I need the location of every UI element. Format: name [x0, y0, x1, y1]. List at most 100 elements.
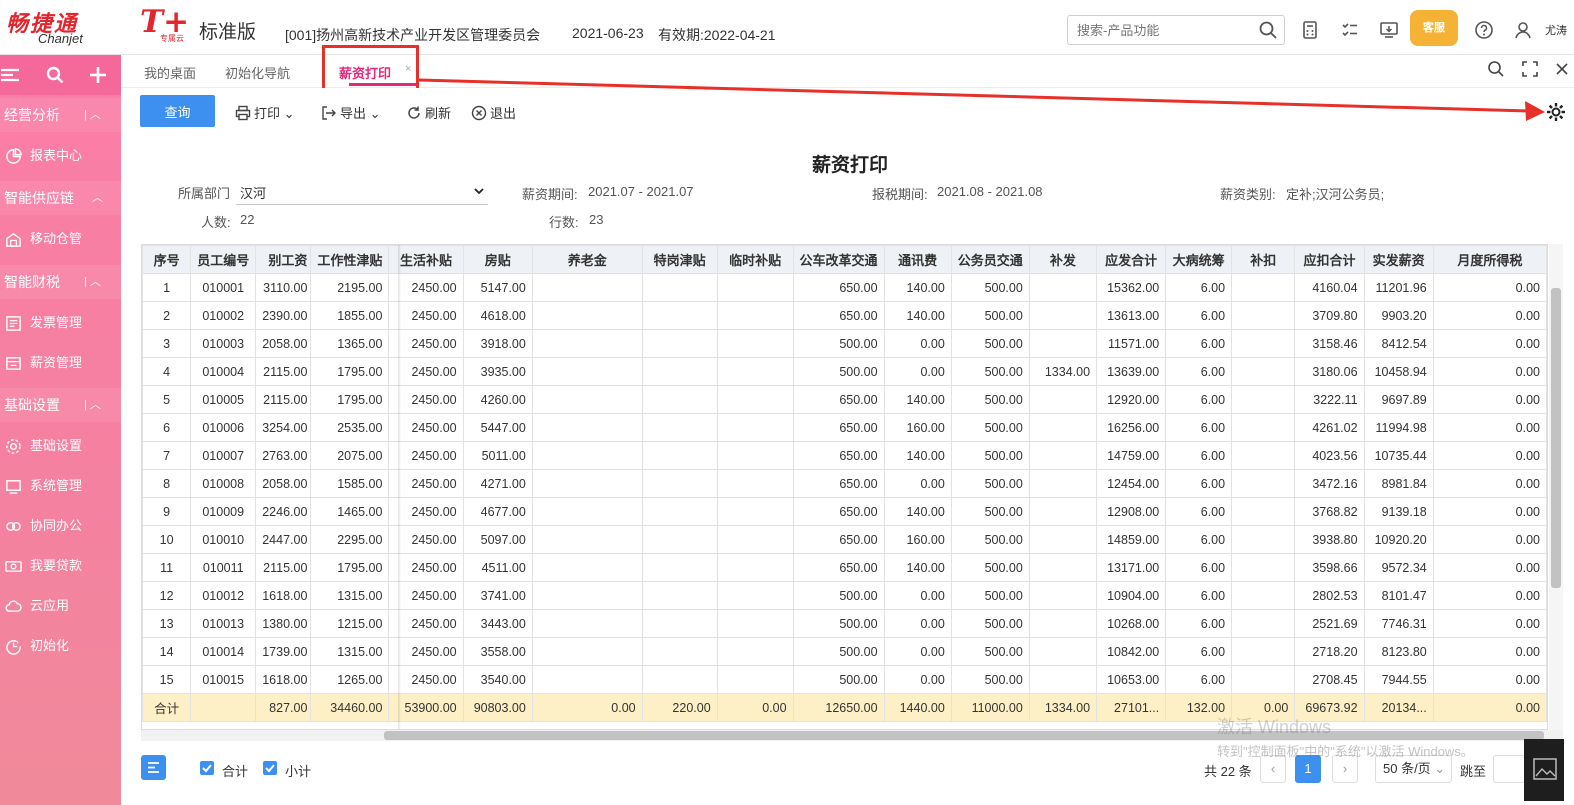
sidebar-item-mobile-warehouse[interactable]: 移动仓管	[0, 222, 121, 256]
table-row[interactable]: 9 010009 2246.00 1465.00 2450.00 4677.00 650.0…	[142, 497, 1547, 526]
column-header[interactable]: 别工资	[255, 245, 312, 274]
table-row[interactable]: 15 010015 1618.00 1265.00 2450.00 3540.00 500.…	[142, 665, 1547, 694]
user-name[interactable]: 尤涛	[1545, 22, 1574, 38]
column-header[interactable]: 员工编号	[190, 245, 257, 274]
table-cell: 20134...	[1363, 693, 1434, 722]
horizontal-scrollbar[interactable]	[141, 730, 1563, 741]
tab-search-icon[interactable]	[1487, 60, 1505, 78]
table-row[interactable]: 14 010014 1739.00 1315.00 2450.00 3558.00 500.…	[142, 637, 1547, 666]
column-header[interactable]: 大病统筹	[1165, 245, 1233, 274]
column-settings-button[interactable]	[141, 755, 166, 780]
column-header[interactable]: 应发合计	[1096, 245, 1167, 274]
column-header[interactable]: 应扣合计	[1294, 245, 1365, 274]
column-header[interactable]: 补发	[1028, 245, 1098, 274]
table-row[interactable]: 3 010003 2058.00 1365.00 2450.00 3918.00 500.0…	[142, 329, 1547, 358]
close-all-tabs-icon[interactable]	[1553, 60, 1571, 78]
exit-button[interactable]: 退出	[471, 103, 516, 122]
tab-init-guide[interactable]: 初始化导航	[225, 63, 290, 82]
jump-page-input[interactable]	[1493, 755, 1525, 783]
chevron-up-icon: | ︿	[84, 399, 101, 411]
table-cell: 010011	[190, 553, 257, 582]
table-cell: 500.00	[792, 581, 885, 610]
search-input[interactable]	[1068, 16, 1248, 44]
subtotal-checkbox[interactable]	[263, 761, 277, 775]
salary-table[interactable]: 序号 员工编号 别工资 工作性津贴 生活补贴 房贴 养老金 特岗津贴 临时补贴 公车改革交通 通讯费…	[141, 244, 1548, 730]
sidebar-item-collaboration[interactable]: 协同办公	[0, 509, 121, 543]
scroll-thumb[interactable]	[384, 731, 1544, 740]
table-cell: 6.00	[1165, 329, 1233, 358]
company-name[interactable]: [001]扬州高新技术产业开发区管理委员会	[285, 25, 540, 45]
refresh-button[interactable]: 刷新	[406, 103, 451, 122]
table-cell: 12908.00	[1096, 497, 1167, 526]
table-cell: 010008	[190, 469, 257, 498]
sum-checkbox-label[interactable]: 合计	[222, 761, 248, 780]
sidebar-search-icon[interactable]	[45, 65, 65, 85]
total-row[interactable]: 合计 827.00 34460.00 53900.00 90803.00 0.00 220.…	[142, 693, 1547, 722]
column-header[interactable]: 实发薪资	[1363, 245, 1434, 274]
gear-icon[interactable]	[1545, 101, 1567, 123]
help-icon[interactable]	[1474, 20, 1494, 40]
column-header[interactable]: 补扣	[1231, 245, 1296, 274]
sidebar-category-basic-settings[interactable]: 基础设置 | ︿	[0, 388, 121, 422]
table-row[interactable]: 8 010008 2058.00 1585.00 2450.00 4271.00 650.0…	[142, 469, 1547, 498]
table-row[interactable]: 4 010004 2115.00 1795.00 2450.00 3935.00 500.0…	[142, 357, 1547, 386]
monitor-download-icon[interactable]	[1379, 20, 1399, 40]
sidebar-item-loan[interactable]: 我要贷款	[0, 549, 121, 583]
table-row[interactable]: 10 010010 2447.00 2295.00 2450.00 5097.00 650.…	[142, 525, 1547, 554]
checklist-icon[interactable]	[1340, 20, 1360, 40]
table-cell	[1231, 301, 1296, 330]
column-header[interactable]: 养老金	[531, 245, 643, 274]
table-row[interactable]: 5 010005 2115.00 1795.00 2450.00 4260.00 650.0…	[142, 385, 1547, 414]
sidebar-item-system-management[interactable]: 系统管理	[0, 469, 121, 503]
table-row[interactable]: 7 010007 2763.00 2075.00 2450.00 5011.00 650.0…	[142, 441, 1547, 470]
add-icon[interactable]	[88, 65, 108, 85]
vertical-scrollbar[interactable]	[1549, 244, 1563, 730]
query-button[interactable]: 查询	[140, 95, 215, 127]
sidebar-item-label: 初始化	[30, 638, 70, 653]
column-header[interactable]: 序号	[142, 245, 192, 274]
table-cell: 6.00	[1165, 609, 1233, 638]
table-row[interactable]: 12 010012 1618.00 1315.00 2450.00 3741.00 500.…	[142, 581, 1547, 610]
subtotal-checkbox-label[interactable]: 小计	[285, 761, 311, 780]
column-header[interactable]: 月度所得税	[1432, 245, 1547, 274]
sidebar-category-finance-tax[interactable]: 智能财税 | ︿	[0, 265, 121, 299]
calculator-icon[interactable]	[1300, 20, 1320, 40]
user-icon[interactable]	[1513, 20, 1533, 40]
sum-checkbox[interactable]	[200, 761, 214, 775]
product-search[interactable]	[1067, 15, 1285, 45]
customer-service-badge[interactable]: 客服	[1410, 10, 1458, 46]
sidebar-item-basic-settings[interactable]: 基础设置	[0, 429, 121, 463]
salary-icon	[6, 357, 21, 370]
sidebar-item-invoice[interactable]: 发票管理	[0, 306, 121, 340]
column-header[interactable]: 公务员交通	[950, 245, 1030, 274]
export-button[interactable]: 导出 ⌄	[321, 103, 381, 122]
table-cell	[716, 497, 794, 526]
column-header[interactable]: 特岗津贴	[641, 245, 718, 274]
fullscreen-icon[interactable]	[1521, 60, 1539, 78]
table-row[interactable]: 11 010011 2115.00 1795.00 2450.00 4511.00 650.…	[142, 553, 1547, 582]
column-header[interactable]: 临时补贴	[716, 245, 794, 274]
table-row[interactable]: 6 010006 3254.00 2535.00 2450.00 5447.00 650.0…	[142, 413, 1547, 442]
sidebar-item-salary[interactable]: 薪资管理	[0, 346, 121, 380]
table-row[interactable]: 2 010002 2390.00 1855.00 2450.00 4618.00 650.0…	[142, 301, 1547, 330]
table-cell: 1365.00	[310, 329, 390, 358]
sidebar-item-init[interactable]: 初始化	[0, 629, 121, 663]
print-button[interactable]: 打印 ⌄	[235, 103, 295, 122]
table-row[interactable]: 13 010013 1380.00 1215.00 2450.00 3443.00 500.…	[142, 609, 1547, 638]
column-header[interactable]: 房贴	[462, 245, 533, 274]
table-cell: 2447.00	[255, 525, 312, 554]
column-header[interactable]: 工作性津贴	[310, 245, 390, 274]
scroll-thumb[interactable]	[1551, 288, 1561, 588]
table-cell: 6.00	[1165, 441, 1233, 470]
sidebar-category-analysis[interactable]: 经营分析 | ︿	[0, 98, 121, 132]
column-header[interactable]: 公车改革交通	[792, 245, 885, 274]
column-header[interactable]: 通讯费	[883, 245, 952, 274]
menu-icon[interactable]	[0, 65, 20, 85]
dept-select[interactable]: 汉河	[236, 180, 488, 205]
search-icon[interactable]	[1258, 20, 1278, 40]
tab-my-desktop[interactable]: 我的桌面	[144, 63, 196, 82]
table-cell: 11994.98	[1363, 413, 1434, 442]
sidebar-category-supply-chain[interactable]: 智能供应链 ︿	[0, 181, 121, 215]
table-row[interactable]: 1 010001 3110.00 2195.00 2450.00 5147.00 650.0…	[142, 273, 1547, 302]
sidebar-item-cloud-apps[interactable]: 云应用	[0, 589, 121, 623]
